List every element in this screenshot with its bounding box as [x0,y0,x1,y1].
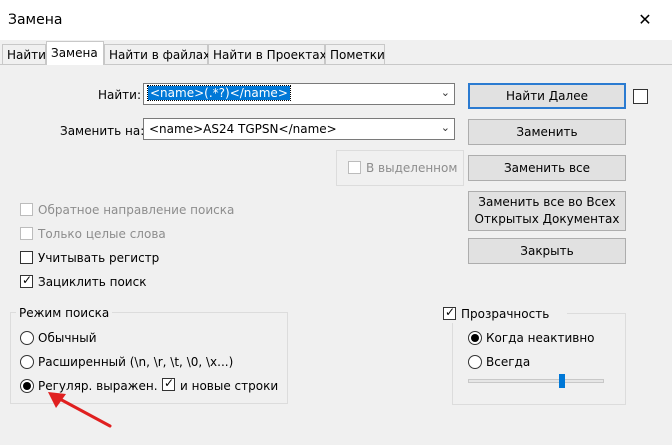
transparency-slider-thumb[interactable] [559,374,565,388]
tab-find-in-files[interactable]: Найти в файлах [104,44,210,64]
tab-find-in-projects[interactable]: Найти в Проектах [208,44,327,64]
checkmark-icon: ✓ [445,305,456,319]
matches-newline-label: и новые строки [180,379,279,393]
wrap-around-checkbox[interactable]: ✓ [20,273,33,288]
transparency-on-losing-focus-label: Когда неактивно [486,331,595,345]
tab-replace[interactable]: Замена [46,41,104,65]
search-mode-extended-radio[interactable] [20,355,34,369]
title-bar [0,0,672,40]
search-mode-normal-label: Обычный [38,331,97,345]
radio-selected-dot [471,334,479,342]
match-case-checkbox[interactable] [20,251,33,264]
transparency-label: Прозрачность [461,307,550,321]
search-mode-regex-radio[interactable] [20,379,34,393]
backward-checkbox[interactable] [20,203,33,216]
tab-mark[interactable]: Пометки [325,44,385,64]
transparency-checkbox[interactable]: ✓ [443,305,456,320]
transparency-slider-track[interactable] [468,379,604,383]
annotation-arrow-icon [48,392,112,428]
whole-word-label: Только целые слова [38,227,166,241]
search-mode-extended-label: Расширенный (\n, \r, \t, \0, \x...) [38,355,234,369]
search-mode-title: Режим поиска [16,306,113,320]
find-input[interactable]: <name>(.*?)</name> ⌄ [143,83,455,105]
close-icon[interactable]: ✕ [637,12,653,28]
checkmark-icon: ✓ [164,376,175,390]
whole-word-checkbox[interactable] [20,227,33,240]
window-title: Замена [8,12,63,28]
match-case-label: Учитывать регистр [38,251,160,265]
replace-button[interactable]: Заменить [468,119,626,145]
find-next-extra-checkbox[interactable] [633,89,648,104]
find-label: Найти: [98,88,142,102]
replace-all-button[interactable]: Заменить все [468,155,626,181]
transparency-always-label: Всегда [486,355,531,369]
in-selection-label: В выделенном [366,161,458,175]
find-next-button[interactable]: Найти Далее [468,83,626,109]
transparency-always-radio[interactable] [468,355,482,369]
tab-find[interactable]: Найти [2,44,46,64]
replace-label: Заменить на: [60,124,145,138]
matches-newline-checkbox[interactable]: ✓ [162,376,175,391]
radio-selected-dot [23,382,31,390]
in-selection-checkbox[interactable] [348,161,361,174]
replace-all-docs-line2: Открытых Документах [474,212,620,226]
close-button[interactable]: Закрыть [468,238,626,264]
transparency-on-losing-focus-radio[interactable] [468,331,482,345]
checkmark-icon: ✓ [22,273,33,287]
replace-all-in-open-docs-button[interactable]: Заменить все во Всех Открытых Документах [468,191,626,231]
wrap-around-label: Зациклить поиск [38,275,147,289]
replace-all-docs-line1: Заменить все во Всех [478,195,616,209]
chevron-down-icon[interactable]: ⌄ [441,121,450,134]
replace-value: <name>AS24 TGPSN</name> [149,122,337,136]
search-mode-normal-radio[interactable] [20,331,34,345]
backward-label: Обратное направление поиска [38,203,235,217]
find-value: <name>(.*?)</name> [147,85,291,101]
replace-input[interactable]: <name>AS24 TGPSN</name> ⌄ [143,118,455,140]
chevron-down-icon[interactable]: ⌄ [441,86,450,99]
